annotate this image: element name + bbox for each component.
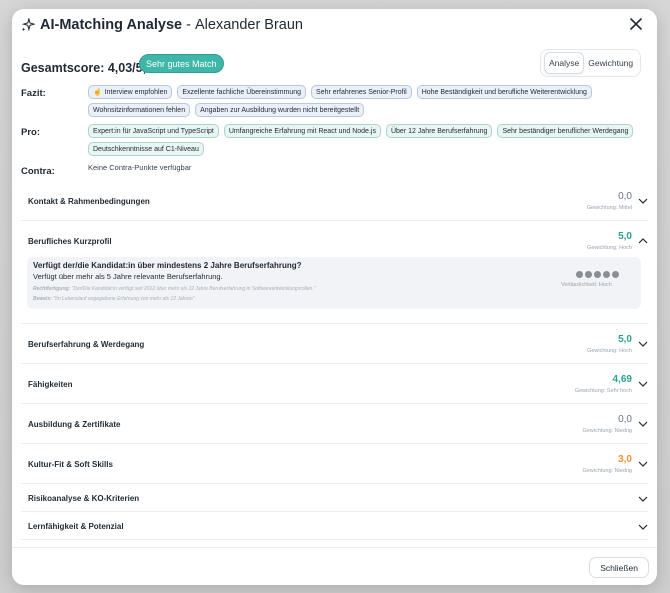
fazit-chip: Sehr erfahrenes Senior-Profil [311, 85, 412, 99]
section-title: Berufserfahrung & Werdegang [28, 340, 145, 349]
justification-label: Rechtfertigung: [33, 286, 71, 292]
total-score: Gesamtscore: 4,03/5,0 [21, 61, 154, 75]
section-score: 5,0 [618, 334, 632, 345]
sparkle-icon [21, 18, 35, 32]
close-button[interactable]: Schließen [589, 557, 649, 578]
confidence-dot [576, 271, 583, 278]
section-weight: Gewichtung: Hoch [587, 348, 632, 354]
section-score: 0,0 [618, 191, 632, 202]
section-score: 0,0 [618, 414, 632, 425]
pro-chip: Deutschkenntnisse auf C1-Niveau [88, 142, 204, 156]
matching-analysis-modal: AI-Matching Analyse - Alexander Braun Ge… [12, 9, 657, 585]
fazit-label: Fazit: [21, 88, 46, 99]
modal-title: AI-Matching Analyse - Alexander Braun [40, 17, 303, 33]
contra-label: Contra: [21, 166, 55, 177]
chevron-down-icon[interactable] [638, 459, 648, 469]
evidence-label: Beweis: [33, 296, 52, 302]
section-weight: Gewichtung: Niedrig [582, 428, 632, 434]
candidate-name: Alexander Braun [194, 17, 303, 33]
section-title: Berufliches Kurzprofil [28, 237, 112, 246]
section-lernfaehigkeit[interactable]: Lernfähigkeit & Potenzial [21, 512, 648, 540]
criterion-question: Verfügt der/die Kandidat:in über mindest… [33, 261, 302, 270]
pro-chip: Über 12 Jahre Berufserfahrung [385, 124, 493, 138]
pro-label: Pro: [21, 127, 40, 138]
view-tabs: Analyse Gewichtung [540, 49, 641, 77]
section-score: 5,0 [618, 231, 632, 242]
modal-title-text: AI-Matching Analyse [40, 17, 183, 33]
pro-chip: Umfangreiche Erfahrung mit React und Nod… [223, 124, 381, 138]
section-ausbildung[interactable]: Ausbildung & Zertifikate 0,0 Gewichtung:… [21, 404, 648, 444]
section-risikoanalyse[interactable]: Risikoanalyse & KO-Kriterien [21, 484, 648, 512]
section-score: 3,0 [618, 454, 632, 465]
title-separator: - [186, 17, 191, 33]
fazit-chips: ☝ Interview empfohlen Exzellente fachlic… [88, 85, 648, 117]
close-icon[interactable] [629, 17, 643, 31]
confidence-dot [585, 271, 592, 278]
confidence-dot [594, 271, 601, 278]
criterion-evidence: Beweis: "Im Lebenslauf angegebene Erfahr… [33, 296, 194, 302]
section-weight: Gewichtung: Mittel [586, 205, 632, 211]
section-title: Fähigkeiten [28, 380, 73, 389]
chevron-down-icon[interactable] [638, 196, 648, 206]
chevron-down-icon[interactable] [638, 339, 648, 349]
criterion-justification: Rechtfertigung: "Der/Die Kandidat:in ver… [33, 286, 316, 292]
section-title: Ausbildung & Zertifikate [28, 420, 121, 429]
evidence-text: "Im Lebenslauf angegebene Erfahrung von … [53, 296, 195, 302]
chevron-up-icon[interactable] [638, 236, 648, 246]
fazit-chip-label: Interview empfohlen [104, 88, 168, 96]
match-badge: Sehr gutes Match [139, 54, 224, 73]
confidence-dots [576, 271, 619, 278]
chevron-down-icon[interactable] [638, 522, 648, 532]
fazit-chip: Hohe Beständigkeit und berufliche Weiter… [416, 85, 592, 99]
fazit-chip: Exzellente fachliche Übereinstimmung [177, 85, 307, 99]
contra-text: Keine Contra-Punkte verfügbar [88, 163, 192, 172]
section-weight: Gewichtung: Hoch [587, 245, 632, 251]
section-kultur-fit[interactable]: Kultur-Fit & Soft Skills 3,0 Gewichtung:… [21, 444, 648, 484]
tab-gewichtung[interactable]: Gewichtung [584, 53, 637, 73]
chevron-down-icon[interactable] [638, 419, 648, 429]
section-weight: Gewichtung: Niedrig [582, 468, 632, 474]
thumbs-up-icon: ☝ [93, 89, 102, 96]
section-title: Lernfähigkeit & Potenzial [28, 522, 124, 531]
section-score: 4,69 [612, 374, 632, 385]
section-kontakt[interactable]: Kontakt & Rahmenbedingungen 0,0 Gewichtu… [21, 181, 648, 221]
section-faehigkeiten[interactable]: Fähigkeiten 4,69 Gewichtung: Sehr hoch [21, 364, 648, 404]
justification-text: "Der/Die Kandidat:in verfügt seit 2012 ü… [71, 286, 316, 292]
chevron-down-icon[interactable] [638, 494, 648, 504]
section-kurzprofil[interactable]: Berufliches Kurzprofil 5,0 Gewichtung: H… [21, 221, 648, 324]
section-weight: Gewichtung: Sehr hoch [574, 388, 632, 394]
criterion-answer: Verfügt über mehr als 5 Jahre relevante … [33, 272, 223, 281]
pro-chip: Sehr beständiger beruflicher Werdegang [497, 124, 634, 138]
section-berufserfahrung[interactable]: Berufserfahrung & Werdegang 5,0 Gewichtu… [21, 324, 648, 364]
chevron-down-icon[interactable] [638, 379, 648, 389]
analysis-sections: Kontakt & Rahmenbedingungen 0,0 Gewichtu… [21, 181, 648, 540]
section-title: Kontakt & Rahmenbedingungen [28, 197, 150, 206]
fazit-chip: ☝ Interview empfohlen [88, 85, 173, 99]
fazit-chip: Angaben zur Ausbildung wurden nicht bere… [195, 103, 365, 117]
section-title: Kultur-Fit & Soft Skills [28, 460, 113, 469]
fazit-chip: Wohnsitzinformationen fehlen [88, 103, 191, 117]
section-title: Risikoanalyse & KO-Kriterien [28, 494, 140, 503]
score-bar: Gesamtscore: 4,03/5,0 Sehr gutes Match A… [21, 49, 648, 85]
tab-analyse[interactable]: Analyse [544, 52, 585, 74]
confidence-label: Verlässlichkeit: Hoch [561, 282, 612, 288]
criterion-detail: Verfügt der/die Kandidat:in über mindest… [27, 257, 641, 309]
pro-chip: Expert:in für JavaScript und TypeScript [88, 124, 219, 138]
modal-footer: Schließen [12, 547, 657, 585]
pro-chips: Expert:in für JavaScript und TypeScript … [88, 124, 648, 156]
confidence-dot [603, 271, 610, 278]
modal-header: AI-Matching Analyse - Alexander Braun [12, 9, 657, 39]
confidence-dot [612, 271, 619, 278]
